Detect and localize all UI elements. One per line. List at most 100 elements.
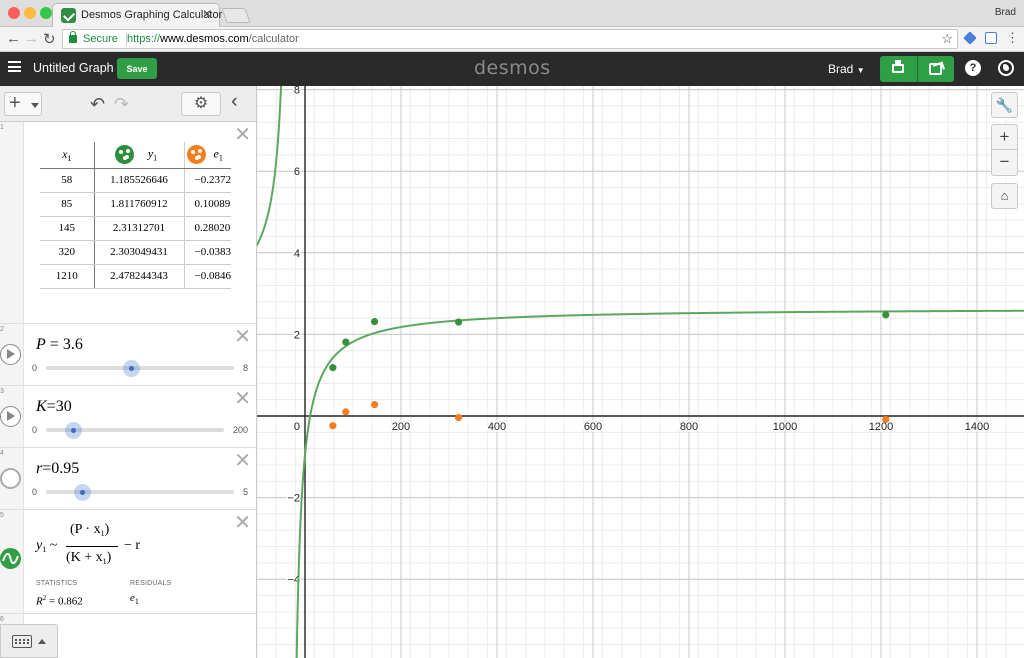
slider-equation[interactable]: r=0.95 — [36, 460, 79, 478]
play-slider-button[interactable] — [0, 344, 21, 365]
column-header-e1[interactable]: e1 — [184, 142, 231, 169]
close-icon[interactable]: ✕ — [234, 512, 251, 532]
slider-max[interactable]: 5 — [243, 487, 248, 497]
table-cell-y[interactable]: 2.478244343 — [94, 264, 185, 289]
graph-paper[interactable]: 200 400 600 800 1000 1200 1400 8 6 4 2 −2 −4 0 🔧 + − … — [257, 86, 1024, 658]
user-menu[interactable]: Brad ▼ — [828, 62, 865, 76]
table-cell-y[interactable]: 2.31312701 — [94, 216, 185, 241]
regression-curve-icon[interactable] — [0, 548, 21, 569]
browser-tab[interactable]: Desmos Graphing Calculator ✕ — [52, 3, 222, 27]
window-minimize-button[interactable] — [24, 7, 36, 19]
zoom-out-button[interactable]: − — [991, 150, 1018, 176]
document-icon[interactable] — [985, 32, 997, 44]
regression-formula[interactable]: y1 ~ (P · x1) (K + x1) − r — [36, 522, 186, 572]
column-header-x1[interactable]: x1 — [40, 142, 95, 169]
slider-thumb[interactable] — [64, 422, 82, 439]
print-icon[interactable] — [892, 60, 904, 73]
url-text[interactable]: https://www.desmos.com/calculator — [127, 33, 299, 45]
extension-icon[interactable] — [963, 31, 977, 45]
residual-point[interactable] — [455, 413, 463, 422]
help-icon[interactable]: ? — [965, 60, 981, 76]
graph-canvas[interactable]: 200 400 600 800 1000 1200 14008642−2−40 — [257, 86, 1024, 658]
points-style-icon[interactable] — [186, 145, 206, 165]
slider-equation[interactable]: P = 3.6 — [36, 336, 83, 354]
chevron-down-icon: ▼ — [856, 66, 865, 75]
table-cell-e[interactable]: 0.28020 — [184, 216, 231, 241]
table-cell-y[interactable]: 1.185526646 — [94, 168, 185, 193]
slider-min[interactable]: 0 — [32, 487, 37, 497]
data-point[interactable] — [371, 318, 379, 326]
data-point[interactable] — [342, 338, 350, 346]
slider-max[interactable]: 200 — [233, 425, 248, 435]
table-cell-x[interactable]: 85 — [40, 192, 95, 217]
table-cell-e[interactable]: 0.10089 — [184, 192, 231, 217]
regression-denominator: (K + x1) — [66, 550, 111, 566]
residual-point[interactable] — [371, 400, 379, 409]
back-arrow-icon[interactable]: ← — [6, 30, 21, 47]
address-bar[interactable]: Secure https://www.desmos.com/calculator… — [62, 29, 958, 49]
table-cell-x[interactable]: 58 — [40, 168, 95, 193]
residual-point[interactable] — [329, 422, 337, 430]
tab-close-icon[interactable]: ✕ — [202, 7, 212, 21]
add-expression-button[interactable]: + — [4, 92, 42, 116]
expression-index: 3 — [0, 388, 4, 395]
points-style-icon[interactable] — [114, 145, 134, 165]
slider-thumb[interactable] — [122, 360, 140, 377]
hidden-graph-toggle[interactable] — [0, 468, 21, 489]
column-header-y1[interactable]: y1 — [94, 142, 185, 169]
data-point[interactable] — [329, 364, 337, 372]
table-cell-e[interactable]: −0.2372 — [184, 168, 231, 193]
table-cell-x[interactable]: 145 — [40, 216, 95, 241]
browser-menu-icon[interactable]: ⋮ — [1006, 30, 1019, 46]
window-close-button[interactable] — [8, 7, 20, 19]
graph-title[interactable]: Untitled Graph — [33, 61, 114, 75]
save-button[interactable]: Save — [117, 58, 157, 79]
data-point[interactable] — [882, 311, 890, 319]
reload-icon[interactable]: ↻ — [43, 30, 56, 48]
close-icon[interactable]: ✕ — [234, 326, 251, 346]
slider-track[interactable] — [46, 366, 234, 370]
window-maximize-button[interactable] — [40, 7, 52, 19]
home-icon[interactable]: ⌂ — [991, 183, 1018, 209]
zoom-in-button[interactable]: + — [991, 124, 1018, 150]
browser-profile-name[interactable]: Brad — [995, 7, 1016, 18]
gear-icon[interactable]: ⚙ — [181, 92, 221, 116]
slider-thumb[interactable] — [73, 484, 91, 501]
language-globe-icon[interactable] — [998, 60, 1014, 76]
hamburger-menu-icon[interactable] — [8, 61, 21, 72]
column-header-x-sub: 1 — [67, 153, 72, 163]
slider-expression-p[interactable]: 2 ✕ P = 3.6 0 8 — [0, 324, 256, 386]
close-icon[interactable]: ✕ — [234, 124, 251, 144]
redo-icon[interactable]: ↷ — [114, 94, 129, 115]
bookmark-star-icon[interactable]: ☆ — [941, 31, 953, 47]
table-cell-e[interactable]: −0.0383 — [184, 240, 231, 265]
slider-max[interactable]: 8 — [243, 363, 248, 373]
slider-min[interactable]: 0 — [32, 363, 37, 373]
table-cell-y[interactable]: 2.303049431 — [94, 240, 185, 265]
residuals-variable[interactable]: e1 — [130, 592, 139, 606]
table-cell-x[interactable]: 320 — [40, 240, 95, 265]
table-expression[interactable]: 1 ✕ x1 y1 e1 58 1.185526646 −0.2372 85 1.811… — [0, 122, 256, 324]
wrench-icon[interactable]: 🔧 — [991, 92, 1018, 118]
slider-expression-r[interactable]: 4 ✕ r=0.95 0 5 — [0, 448, 256, 510]
undo-icon[interactable]: ↶ — [90, 94, 105, 115]
expression-index: 4 — [0, 450, 4, 457]
regression-expression[interactable]: 5 ✕ y1 ~ (P · x1) (K + x1) − r STATISTIC… — [0, 510, 256, 614]
table-cell-e[interactable]: −0.0846 — [184, 264, 231, 289]
forward-arrow-icon[interactable]: → — [24, 30, 39, 47]
close-icon[interactable]: ✕ — [234, 450, 251, 470]
table-cell-y[interactable]: 1.811760912 — [94, 192, 185, 217]
slider-equation[interactable]: K=30 — [36, 398, 72, 416]
residual-point[interactable] — [342, 408, 350, 416]
collapse-panel-icon[interactable]: ‹‹ — [231, 91, 236, 113]
close-icon[interactable]: ✕ — [234, 388, 251, 408]
slider-expression-k[interactable]: 3 ✕ K=30 0 200 — [0, 386, 256, 448]
residual-point[interactable] — [882, 415, 890, 424]
share-icon[interactable] — [929, 63, 942, 75]
table-cell-x[interactable]: 1210 — [40, 264, 95, 289]
data-point[interactable] — [455, 318, 463, 326]
slider-min[interactable]: 0 — [32, 425, 37, 435]
play-slider-button[interactable] — [0, 406, 21, 427]
new-tab-button[interactable] — [221, 8, 251, 23]
keypad-toggle-button[interactable] — [0, 624, 58, 658]
